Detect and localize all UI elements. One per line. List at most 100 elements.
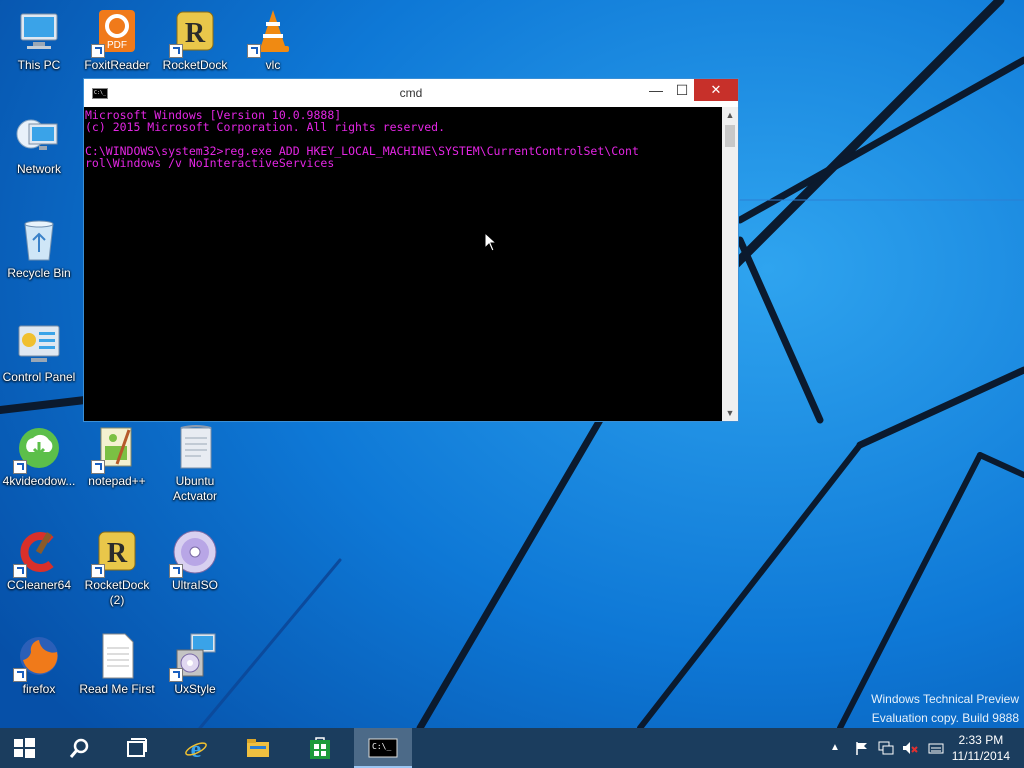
icon-label: CCleaner64 — [6, 578, 72, 592]
recycle-bin-icon — [15, 216, 63, 264]
task-view-button[interactable] — [112, 728, 160, 768]
search-magnifier-icon — [69, 738, 89, 758]
shortcut-arrow-icon — [247, 44, 261, 58]
internet-explorer-icon: e — [185, 737, 207, 760]
network-icon — [15, 112, 63, 160]
clock-date: 11/11/2014 — [951, 749, 1010, 763]
firefox-icon — [13, 632, 63, 682]
store-icon — [310, 737, 330, 759]
shortcut-arrow-icon — [169, 564, 183, 578]
evaluation-watermark: Windows Technical Preview Evaluation cop… — [871, 690, 1019, 728]
icon-label: FoxitReader — [84, 58, 150, 72]
icon-label: Control Panel — [2, 370, 76, 384]
icon-label: Recycle Bin — [7, 266, 71, 280]
svg-text:PDF: PDF — [107, 40, 127, 51]
shortcut-arrow-icon — [91, 44, 105, 58]
icon-label: firefox — [22, 682, 56, 696]
icon-label: notepad++ — [88, 474, 146, 488]
taskbar-clock[interactable]: 2:33 PM 11/11/2014 — [952, 732, 1010, 764]
icon-label: RocketDock — [162, 58, 228, 72]
cmd-icon: C:\_ — [368, 738, 398, 758]
computer-icon — [15, 8, 63, 56]
search-button[interactable] — [56, 728, 104, 768]
desktop-icon-read-me-first[interactable]: Read Me First — [78, 632, 156, 697]
scroll-down-arrow-icon[interactable]: ▼ — [722, 405, 738, 421]
svg-text:R: R — [185, 18, 206, 49]
svg-text:R: R — [107, 538, 128, 569]
ccleaner-icon — [13, 528, 63, 578]
scroll-up-arrow-icon[interactable]: ▲ — [722, 107, 738, 123]
taskbar-internet-explorer[interactable]: e — [172, 728, 220, 768]
watermark-line2: Evaluation copy. Build 9888 — [871, 711, 1019, 725]
shortcut-arrow-icon — [13, 460, 27, 474]
ubuntu-activator-icon — [171, 424, 219, 472]
desktop-icon-network[interactable]: Network — [0, 112, 78, 177]
taskbar: e C:\_ ▲ 2:33 PM 11/11/2014 — [0, 728, 1024, 768]
show-hidden-icons-chevron-icon[interactable]: ▲ — [830, 742, 846, 758]
volume-muted-icon[interactable] — [902, 740, 918, 756]
icon-label: This PC — [17, 58, 61, 72]
vertical-scrollbar[interactable]: ▲ ▼ — [722, 107, 738, 421]
desktop-icon-vlc[interactable]: vlc — [234, 8, 312, 73]
close-button[interactable]: ✕ — [694, 79, 738, 101]
rocketdock-icon: R — [91, 528, 141, 578]
cmd-window[interactable]: cmd — ☐ ✕ Microsoft Windows [Version 10.… — [83, 78, 739, 422]
foxit-pdf-icon: PDF — [91, 8, 141, 58]
desktop-icon-control-panel[interactable]: Control Panel — [0, 320, 78, 385]
desktop-icon-this-pc[interactable]: This PC — [0, 8, 78, 73]
shortcut-arrow-icon — [13, 668, 27, 682]
desktop-icon-notepad-plus-plus[interactable]: notepad++ — [78, 424, 156, 489]
file-explorer-icon — [247, 739, 269, 757]
window-titlebar[interactable]: cmd — ☐ ✕ — [84, 79, 738, 107]
notepad-plus-plus-icon — [91, 424, 141, 474]
watermark-line1: Windows Technical Preview — [871, 692, 1019, 706]
action-center-flag-icon[interactable] — [854, 740, 870, 756]
icon-label: Read Me First — [79, 682, 155, 696]
desktop-icon-recycle-bin[interactable]: Recycle Bin — [0, 216, 78, 281]
clock-time: 2:33 PM — [958, 733, 1004, 747]
uxstyle-installer-icon — [169, 632, 219, 682]
desktop-icon-foxitreader[interactable]: PDF FoxitReader — [78, 8, 156, 73]
ultraiso-disc-icon — [169, 528, 219, 578]
icon-label: Network — [16, 162, 61, 176]
shortcut-arrow-icon — [169, 44, 183, 58]
desktop-icon-4kvideodownloader[interactable]: 4kvideodow... — [0, 424, 78, 489]
rocketdock-icon: R — [169, 8, 219, 58]
maximize-button[interactable]: ☐ — [668, 79, 696, 101]
desktop-icon-ultraiso[interactable]: UltraISO — [156, 528, 234, 593]
vlc-cone-icon — [247, 8, 297, 58]
shortcut-arrow-icon — [169, 668, 183, 682]
shortcut-arrow-icon — [91, 564, 105, 578]
icon-label: Ubuntu Actvator — [172, 474, 217, 503]
taskbar-store[interactable] — [296, 728, 344, 768]
network-tray-icon[interactable] — [878, 740, 894, 756]
text-document-icon — [93, 632, 141, 680]
icon-label: vlc — [265, 58, 281, 72]
icon-label: 4kvideodow... — [2, 474, 76, 488]
desktop-icon-ubuntu-actvator[interactable]: Ubuntu Actvator — [156, 424, 234, 504]
task-view-icon — [127, 738, 147, 757]
console-output[interactable]: Microsoft Windows [Version 10.0.9888] (c… — [84, 107, 722, 421]
desktop-icon-ccleaner64[interactable]: CCleaner64 — [0, 528, 78, 593]
desktop-icon-rocketdock[interactable]: R RocketDock — [156, 8, 234, 73]
desktop-icon-firefox[interactable]: firefox — [0, 632, 78, 697]
desktop-icon-rocketdock-2[interactable]: R RocketDock (2) — [78, 528, 156, 608]
4k-downloader-icon — [13, 424, 63, 474]
icon-label: UltraISO — [171, 578, 218, 592]
system-tray: ▲ 2:33 PM 11/11/2014 — [814, 728, 1024, 768]
svg-text:C:\_: C:\_ — [372, 742, 391, 751]
minimize-button[interactable]: — — [642, 79, 670, 101]
taskbar-cmd[interactable]: C:\_ — [354, 728, 412, 768]
window-title: cmd — [399, 86, 423, 100]
shortcut-arrow-icon — [91, 460, 105, 474]
scrollbar-thumb[interactable] — [725, 125, 735, 147]
desktop-icon-uxstyle[interactable]: UxStyle — [156, 632, 234, 697]
start-button[interactable] — [0, 728, 48, 768]
mouse-pointer-icon — [484, 232, 498, 252]
icon-label: UxStyle — [174, 682, 216, 696]
control-panel-icon — [15, 320, 63, 368]
keyboard-notification-icon[interactable] — [928, 740, 944, 756]
taskbar-file-explorer[interactable] — [234, 728, 282, 768]
svg-text:e: e — [191, 737, 202, 760]
icon-label: RocketDock (2) — [84, 578, 150, 607]
